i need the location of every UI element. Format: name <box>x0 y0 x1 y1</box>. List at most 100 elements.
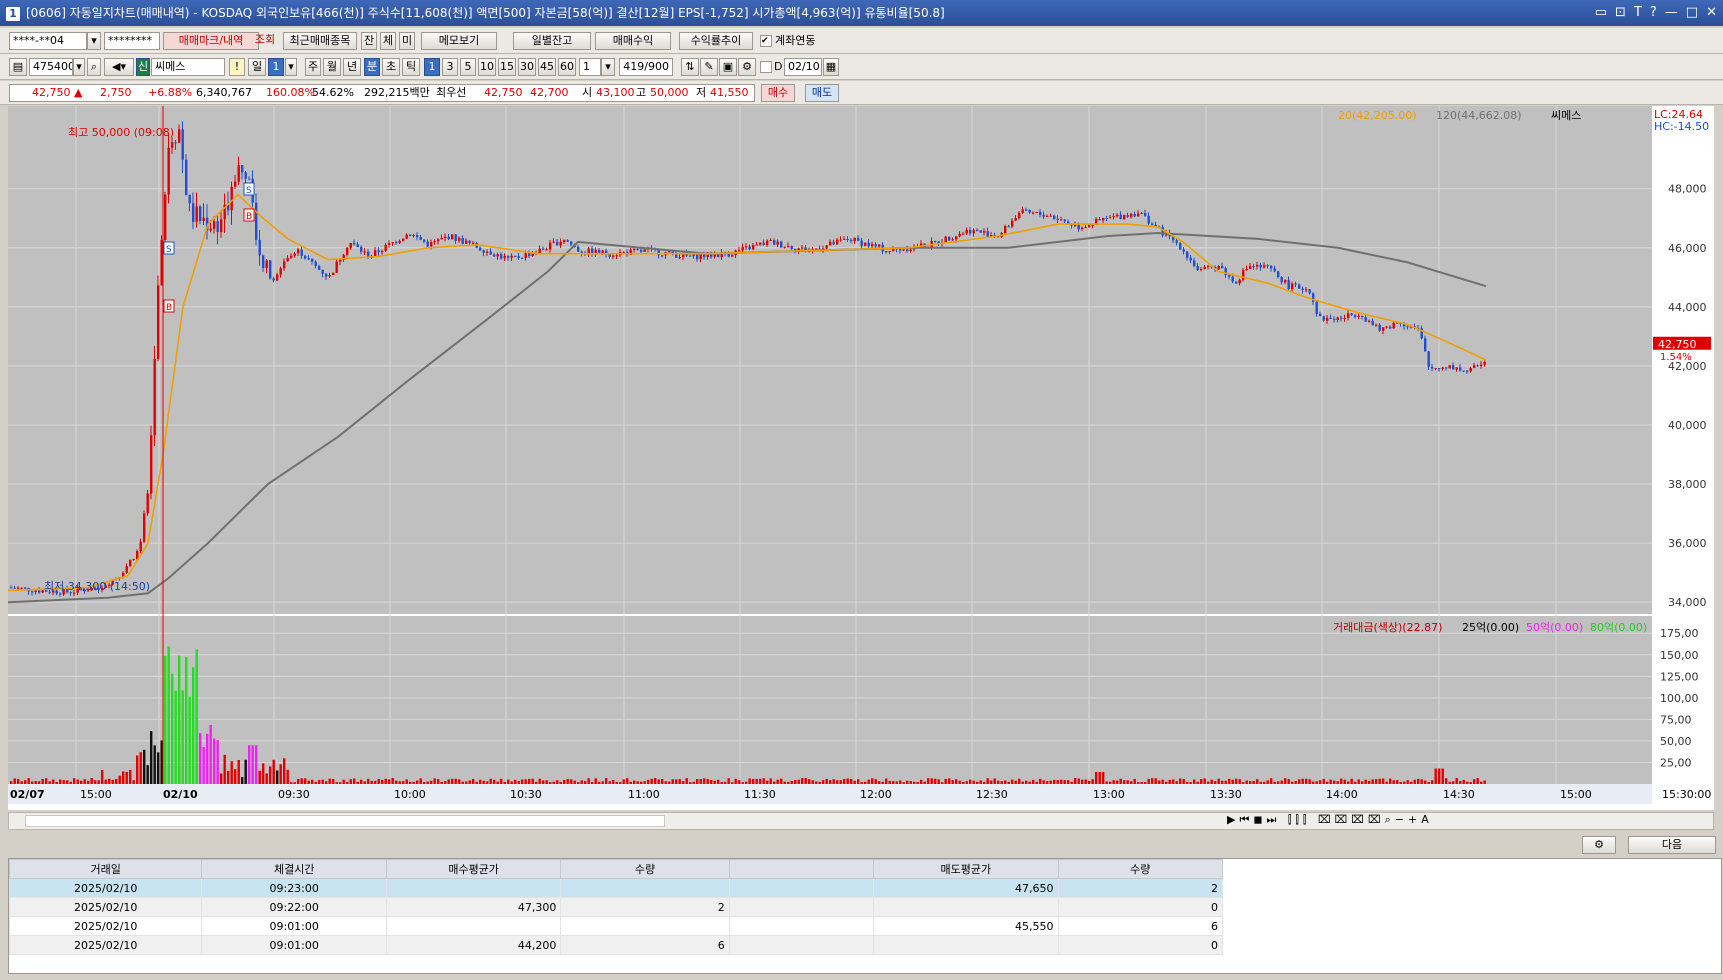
interval-input[interactable]: 1 <box>579 58 601 76</box>
time-tick-label: 14:30 <box>1443 788 1475 801</box>
volume-bar <box>566 778 569 784</box>
table-row[interactable]: 2025/02/10 09:01:00 45,550 6 <box>8 916 1224 936</box>
chart-panel[interactable]: 48,000 46,000 44,000 42,000 40,000 38,000 36,0… <box>8 106 1714 810</box>
volume-bar <box>367 778 370 784</box>
hc-value: HC:-14.50 <box>1654 120 1709 133</box>
password-field[interactable]: ******** <box>104 32 160 50</box>
help-icon[interactable]: ? <box>1650 0 1657 26</box>
executed-button[interactable]: 체 <box>380 32 396 50</box>
candle-body <box>279 268 282 275</box>
settings-gear-icon[interactable]: ⚙ <box>738 58 756 76</box>
interval-5-button[interactable]: 5 <box>460 58 476 76</box>
table-row[interactable]: 2025/02/10 09:22:00 47,300 2 0 <box>8 897 1224 917</box>
search-icon[interactable]: ⌕ <box>87 58 101 76</box>
window-layout-icon[interactable]: ▭ <box>1595 0 1607 26</box>
stock-code-input[interactable]: 475400 <box>29 58 73 76</box>
volume-bar <box>514 779 517 784</box>
column-header[interactable]: 수량 <box>1057 859 1224 879</box>
draw-tool-icon[interactable]: ✎ <box>700 58 718 76</box>
unfilled-button[interactable]: 미 <box>399 32 415 50</box>
horizontal-scrollbar[interactable]: ▶⏮◼⏭ ⫿⫿⫿ ⌧⌧⌧⌧⌕−+A <box>8 812 1714 830</box>
close-icon[interactable]: ✕ <box>1706 0 1717 26</box>
candle-body <box>1186 251 1189 258</box>
code-dropdown-icon[interactable]: ▾ <box>73 58 85 76</box>
candle-body <box>1462 370 1465 372</box>
column-header[interactable]: 매수평균가 <box>385 859 562 879</box>
table-row[interactable]: 2025/02/10 09:23:00 47,650 2 <box>8 878 1224 898</box>
interval-3-button[interactable]: 3 <box>442 58 458 76</box>
account-select[interactable]: ****-**04 <box>9 32 87 50</box>
column-header[interactable]: 수량 <box>560 859 730 879</box>
volume-bar <box>916 782 919 784</box>
return-trend-button[interactable]: 수익률추이 <box>679 32 753 50</box>
day-count-dropdown-icon[interactable]: ▾ <box>285 58 297 76</box>
period-second-button[interactable]: 초 <box>382 58 400 76</box>
trade-mark-button[interactable]: 매매마크/내역 <box>163 32 259 50</box>
table-row[interactable]: 2025/02/10 09:01:00 44,200 6 0 <box>8 935 1224 955</box>
volume-bar <box>185 656 188 784</box>
volume-bar <box>1112 780 1115 784</box>
price-chart[interactable]: 48,00046,00044,00042,00040,00038,00036,0… <box>8 106 1714 810</box>
date-checkbox[interactable] <box>760 61 772 73</box>
column-header[interactable]: 거래일 <box>8 859 203 879</box>
alert-button[interactable]: ! <box>229 58 245 76</box>
next-button[interactable]: 다음 <box>1628 836 1716 854</box>
column-header[interactable]: 매도평균가 <box>873 859 1059 879</box>
query-button[interactable]: 조회 <box>250 32 280 50</box>
account-dropdown-icon[interactable]: ▾ <box>87 32 101 50</box>
date-input[interactable]: 02/10 <box>784 58 822 76</box>
stock-name-field[interactable]: 씨메스 <box>151 58 225 76</box>
sell-button[interactable]: 매도 <box>805 84 839 102</box>
font-icon[interactable]: T <box>1634 0 1642 26</box>
interval-15-button[interactable]: 15 <box>498 58 516 76</box>
volume-bar <box>1336 781 1339 784</box>
candle-body <box>1245 269 1248 271</box>
save-icon[interactable]: ▣ <box>719 58 737 76</box>
time-tick-label: 11:00 <box>628 788 660 801</box>
panel-icon[interactable]: ▤ <box>9 58 27 76</box>
column-header[interactable] <box>728 859 875 879</box>
period-week-button[interactable]: 주 <box>305 58 321 76</box>
speaker-icon[interactable]: ◀▾ <box>104 58 134 76</box>
balance-button[interactable]: 잔 <box>361 32 377 50</box>
data-count-field[interactable]: 419/900 <box>619 58 673 76</box>
day-count-input[interactable]: 1 <box>268 58 284 76</box>
interval-30-button[interactable]: 30 <box>518 58 536 76</box>
column-header[interactable]: 체결시간 <box>201 859 387 879</box>
candle-body <box>776 241 779 245</box>
interval-dropdown-icon[interactable]: ▾ <box>601 58 615 76</box>
maximize-icon[interactable]: □ <box>1686 0 1698 26</box>
period-tick-button[interactable]: 틱 <box>402 58 420 76</box>
indicator-icon[interactable]: ⇅ <box>681 58 699 76</box>
volume-bar <box>1389 778 1392 784</box>
interval-10-button[interactable]: 10 <box>478 58 496 76</box>
candle-body <box>1452 365 1455 370</box>
buy-button[interactable]: 매수 <box>761 84 795 102</box>
period-month-button[interactable]: 월 <box>323 58 341 76</box>
interval-1-button[interactable]: 1 <box>424 58 440 76</box>
volume-bar <box>171 673 174 784</box>
window-copy-icon[interactable]: ⊡ <box>1615 0 1626 26</box>
calendar-icon[interactable]: ▦ <box>823 58 839 76</box>
volume-bar <box>619 782 622 784</box>
volume-bar <box>1413 779 1416 784</box>
account-link-checkbox[interactable]: ✔ <box>760 35 772 47</box>
interval-60-button[interactable]: 60 <box>558 58 576 76</box>
memo-button[interactable]: 메모보기 <box>421 32 497 50</box>
period-year-button[interactable]: 년 <box>343 58 361 76</box>
chart-nav-icons[interactable]: ▶⏮◼⏭ ⫿⫿⫿ ⌧⌧⌧⌧⌕−+A <box>1227 813 1433 827</box>
recent-trades-button[interactable]: 최근매매종목 <box>283 32 357 50</box>
period-day-button[interactable]: 일 <box>248 58 266 76</box>
volume-bar <box>860 782 863 784</box>
scroll-thumb[interactable] <box>25 815 665 827</box>
candle-body <box>388 243 391 245</box>
candle-body <box>349 243 352 248</box>
candle-body <box>216 221 219 233</box>
daily-balance-button[interactable]: 일별잔고 <box>513 32 591 50</box>
minimize-icon[interactable]: — <box>1665 0 1678 26</box>
trade-profit-button[interactable]: 매매수익 <box>595 32 671 50</box>
interval-45-button[interactable]: 45 <box>538 58 556 76</box>
window-number: 1 <box>6 7 20 21</box>
table-settings-icon[interactable]: ⚙ <box>1582 836 1616 854</box>
period-minute-button[interactable]: 분 <box>364 58 380 76</box>
